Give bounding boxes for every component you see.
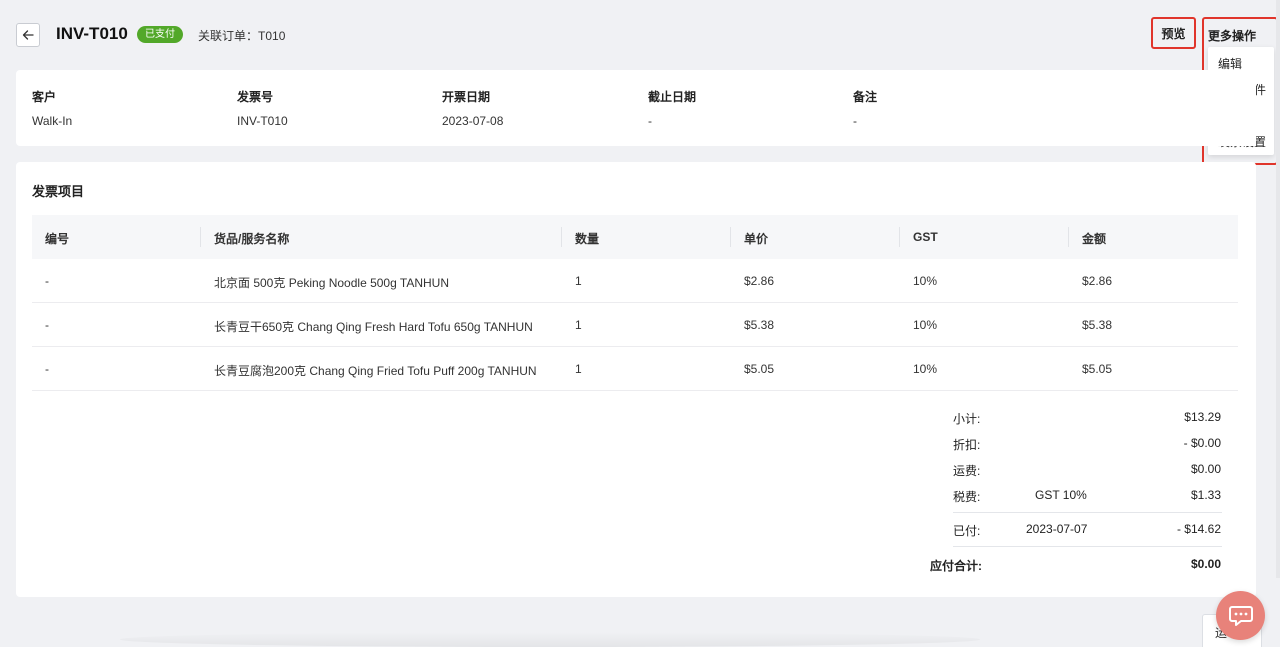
page-scrollbar[interactable] — [1276, 0, 1280, 578]
column-header-item-name: 货品/服务名称 — [214, 232, 290, 246]
column-header-gst: GST — [913, 230, 938, 244]
notes-value: - — [853, 114, 857, 128]
cell-amount: $5.05 — [1082, 362, 1113, 376]
bottom-shadow — [120, 632, 980, 647]
back-button[interactable] — [16, 23, 40, 47]
cell-number: - — [45, 362, 49, 376]
cell-number: - — [45, 274, 49, 288]
cell-unit-price: $5.05 — [744, 362, 775, 376]
cell-item-name: 长青豆干650克 Chang Qing Fresh Hard Tofu 650g… — [214, 320, 533, 334]
section-title: 发票项目 — [32, 184, 85, 199]
more-actions-button[interactable]: 更多操作 — [1208, 27, 1256, 44]
customer-label: 客户 — [32, 90, 57, 104]
preview-button[interactable]: 预览 — [1151, 17, 1196, 49]
cell-unit-price: $5.38 — [744, 318, 775, 332]
issue-date-label: 开票日期 — [442, 90, 491, 104]
cell-item-name: 北京面 500克 Peking Noodle 500g TANHUN — [214, 276, 449, 290]
table-row: - 长青豆腐泡200克 Chang Qing Fried Tofu Puff 2… — [32, 347, 1238, 391]
cell-gst: 10% — [913, 362, 938, 376]
page-header: INV-T010 已支付 关联订单：T010 预览 更多操作 编辑 发送邮件 复… — [0, 0, 1280, 165]
linked-order-label: 关联订单： — [198, 29, 259, 43]
subtotal-value: $13.29 — [1184, 410, 1221, 424]
cell-amount: $5.38 — [1082, 318, 1113, 332]
shipping-value: $0.00 — [1190, 462, 1221, 476]
paid-value: - $14.62 — [1176, 522, 1221, 536]
paid-label: 已付: — [953, 524, 981, 538]
column-divider — [899, 227, 900, 247]
tax-label: 税费: — [953, 490, 981, 504]
shipping-label: 运费: — [953, 464, 981, 478]
due-date-label: 截止日期 — [648, 90, 697, 104]
cell-number: - — [45, 318, 49, 332]
customer-value: Walk-In — [32, 114, 73, 128]
notes-label: 备注 — [853, 90, 878, 104]
invoice-info-card: 客户 Walk-In 发票号 INV-T010 开票日期 2023-07-08 … — [16, 70, 1256, 146]
cell-gst: 10% — [913, 318, 938, 332]
due-date-value: - — [648, 114, 652, 128]
column-divider — [1068, 227, 1069, 247]
summary-divider — [953, 512, 1222, 513]
column-header-unit-price: 单价 — [744, 232, 769, 246]
page-title: INV-T010 — [56, 24, 128, 43]
linked-order: 关联订单：T010 — [198, 27, 285, 44]
tax-name: GST 10% — [1035, 488, 1087, 502]
total-due-label: 应付合计: — [930, 559, 982, 573]
column-divider — [561, 227, 562, 247]
items-table: 编号 货品/服务名称 数量 单价 GST 金额 - 北京面 500克 Pekin… — [32, 215, 1238, 391]
total-due-value: $0.00 — [1190, 557, 1221, 571]
issue-date-value: 2023-07-08 — [442, 114, 504, 128]
cell-amount: $2.86 — [1082, 274, 1113, 288]
column-header-amount: 金额 — [1082, 232, 1107, 246]
cell-quantity: 1 — [575, 274, 582, 288]
invoice-detail-page: INV-T010 已支付 关联订单：T010 预览 更多操作 编辑 发送邮件 复… — [0, 0, 1280, 647]
discount-value: - $0.00 — [1183, 436, 1221, 450]
chat-button[interactable] — [1216, 591, 1265, 640]
column-header-quantity: 数量 — [575, 232, 600, 246]
status-badge: 已支付 — [137, 26, 183, 43]
tax-value: $1.33 — [1190, 488, 1221, 502]
paid-date: 2023-07-07 — [1026, 522, 1088, 536]
invoice-no-value: INV-T010 — [237, 114, 288, 128]
table-row: - 长青豆干650克 Chang Qing Fresh Hard Tofu 65… — [32, 303, 1238, 347]
invoice-items-card: 发票项目 编号 货品/服务名称 数量 单价 GST 金额 - 北京面 500克 … — [16, 162, 1256, 597]
cell-quantity: 1 — [575, 362, 582, 376]
column-divider — [730, 227, 731, 247]
cell-quantity: 1 — [575, 318, 582, 332]
column-divider — [200, 227, 201, 247]
cell-item-name: 长青豆腐泡200克 Chang Qing Fried Tofu Puff 200… — [214, 364, 537, 378]
summary-divider — [953, 546, 1222, 547]
table-row: - 北京面 500克 Peking Noodle 500g TANHUN 1 $… — [32, 259, 1238, 303]
column-header-number: 编号 — [45, 232, 70, 246]
cell-gst: 10% — [913, 274, 938, 288]
subtotal-label: 小计: — [953, 412, 981, 426]
discount-label: 折扣: — [953, 438, 981, 452]
arrow-left-icon — [22, 30, 34, 40]
invoice-no-label: 发票号 — [237, 90, 274, 104]
table-header: 编号 货品/服务名称 数量 单价 GST 金额 — [32, 215, 1238, 259]
linked-order-value[interactable]: T010 — [258, 29, 285, 43]
chat-bubble-icon — [1228, 605, 1253, 626]
cell-unit-price: $2.86 — [744, 274, 775, 288]
